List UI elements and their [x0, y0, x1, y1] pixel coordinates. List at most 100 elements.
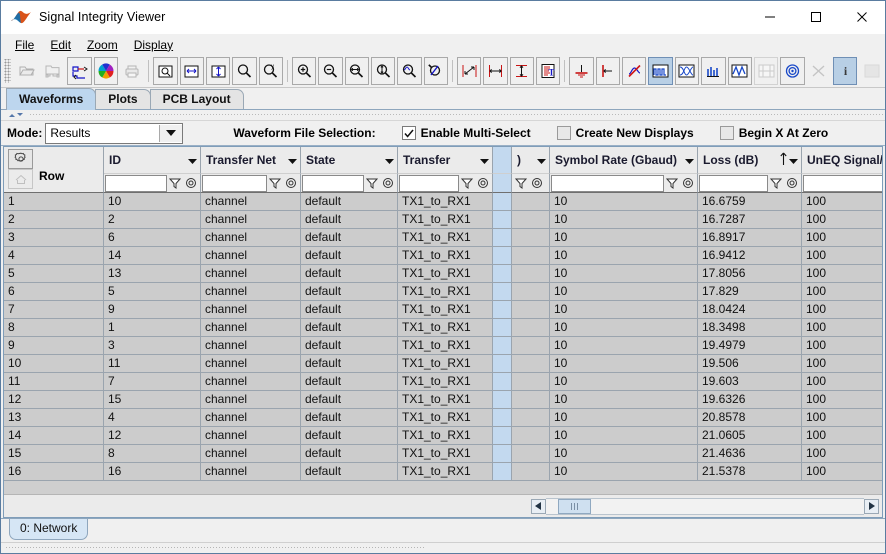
- table-row[interactable]: 1215channeldefaultTX1_to_RX11019.6326100: [4, 391, 882, 409]
- table-cell-transfer-net[interactable]: channel: [201, 211, 301, 229]
- table-cell-loss-db[interactable]: 18.0424: [698, 301, 802, 319]
- table-row[interactable]: 513channeldefaultTX1_to_RX11017.8056100: [4, 265, 882, 283]
- column-header-transfer[interactable]: Transfer: [398, 147, 493, 173]
- filter-target-icon[interactable]: [283, 175, 299, 191]
- target-icon[interactable]: [780, 57, 804, 85]
- table-cell-loss-db[interactable]: 21.5378: [698, 463, 802, 481]
- table-cell-transfer-net[interactable]: channel: [201, 409, 301, 427]
- table-cell-id[interactable]: 16: [104, 463, 201, 481]
- table-cell-collapsed[interactable]: [493, 355, 512, 373]
- table-cell-transfer[interactable]: TX1_to_RX1: [398, 193, 493, 211]
- table-cell-collapsed[interactable]: [493, 463, 512, 481]
- table-cell-uneq-signal-xta[interactable]: 100: [802, 247, 882, 265]
- filter-target-icon[interactable]: [529, 175, 545, 191]
- filter-input-symbol-rate[interactable]: [551, 175, 664, 192]
- table-cell-state[interactable]: default: [301, 265, 398, 283]
- table-row[interactable]: 79channeldefaultTX1_to_RX11018.0424100: [4, 301, 882, 319]
- table-cell-transfer-net[interactable]: channel: [201, 391, 301, 409]
- table-cell-state[interactable]: default: [301, 247, 398, 265]
- waveform-pulse-icon[interactable]: [648, 57, 672, 85]
- table-cell-transfer[interactable]: TX1_to_RX1: [398, 427, 493, 445]
- checkbox-box-unchecked[interactable]: [557, 126, 571, 140]
- table-cell-symbol-rate-gbaud[interactable]: 10: [550, 229, 698, 247]
- mask-grid-icon[interactable]: [754, 57, 778, 85]
- table-cell-symbol-rate-gbaud[interactable]: 10: [550, 193, 698, 211]
- chevron-down-icon[interactable]: [385, 153, 394, 167]
- table-row[interactable]: 158channeldefaultTX1_to_RX11021.4636100: [4, 445, 882, 463]
- funnel-icon[interactable]: [459, 175, 475, 191]
- table-cell-id[interactable]: 4: [104, 409, 201, 427]
- table-cell-collapsed[interactable]: [493, 283, 512, 301]
- table-cell-uneq-signal-xta[interactable]: 100: [802, 391, 882, 409]
- table-cell-uneq-signal-xta[interactable]: 100: [802, 337, 882, 355]
- column-header-id[interactable]: ID: [104, 147, 201, 173]
- chevron-down-icon[interactable]: [159, 125, 182, 142]
- table-cell-loss-db[interactable]: 16.7287: [698, 211, 802, 229]
- table-cell-loss-db[interactable]: 17.829: [698, 283, 802, 301]
- zoom-fit-x-icon[interactable]: [345, 57, 369, 85]
- scroll-right-icon[interactable]: [864, 499, 879, 514]
- edit-network-icon[interactable]: [67, 57, 91, 85]
- table-cell-[interactable]: [512, 247, 550, 265]
- table-cell-state[interactable]: default: [301, 355, 398, 373]
- filter-target-icon[interactable]: [183, 175, 199, 191]
- color-wheel-icon[interactable]: [94, 57, 118, 85]
- table-cell-[interactable]: [512, 445, 550, 463]
- table-cell-collapsed[interactable]: [493, 337, 512, 355]
- table-row[interactable]: 65channeldefaultTX1_to_RX11017.829100: [4, 283, 882, 301]
- table-cell-transfer-net[interactable]: channel: [201, 265, 301, 283]
- table-cell-collapsed[interactable]: [493, 301, 512, 319]
- table-cell-uneq-signal-xta[interactable]: 100: [802, 211, 882, 229]
- table-cell-uneq-signal-xta[interactable]: 100: [802, 301, 882, 319]
- table-cell-loss-db[interactable]: 18.3498: [698, 319, 802, 337]
- table-cell-state[interactable]: default: [301, 211, 398, 229]
- funnel-icon[interactable]: [513, 175, 529, 191]
- table-cell-uneq-signal-xta[interactable]: 100: [802, 229, 882, 247]
- zoom-horizontal-icon[interactable]: [180, 57, 204, 85]
- table-cell-id[interactable]: 5: [104, 283, 201, 301]
- table-cell-loss-db[interactable]: 16.6759: [698, 193, 802, 211]
- table-row[interactable]: 1412channeldefaultTX1_to_RX11021.0605100: [4, 427, 882, 445]
- table-cell-transfer[interactable]: TX1_to_RX1: [398, 355, 493, 373]
- table-cell-id[interactable]: 3: [104, 337, 201, 355]
- table-cell-collapsed[interactable]: [493, 427, 512, 445]
- table-cell-collapsed[interactable]: [493, 391, 512, 409]
- filter-input-state[interactable]: [302, 175, 364, 192]
- row-number-cell[interactable]: 10: [4, 355, 104, 373]
- zoom-in-icon[interactable]: [292, 57, 316, 85]
- table-cell-[interactable]: [512, 283, 550, 301]
- table-cell-transfer-net[interactable]: channel: [201, 337, 301, 355]
- table-cell-state[interactable]: default: [301, 463, 398, 481]
- table-cell-loss-db[interactable]: 16.9412: [698, 247, 802, 265]
- table-cell-collapsed[interactable]: [493, 193, 512, 211]
- filter-input-loss[interactable]: [699, 175, 768, 192]
- eye-diagram-icon[interactable]: [675, 57, 699, 85]
- table-cell-loss-db[interactable]: 19.603: [698, 373, 802, 391]
- table-cell-symbol-rate-gbaud[interactable]: 10: [550, 301, 698, 319]
- table-cell-id[interactable]: 15: [104, 391, 201, 409]
- table-cell-uneq-signal-xta[interactable]: 100: [802, 355, 882, 373]
- filter-target-icon[interactable]: [475, 175, 491, 191]
- chevron-down-icon[interactable]: [188, 153, 197, 167]
- table-cell-transfer[interactable]: TX1_to_RX1: [398, 373, 493, 391]
- table-cell-id[interactable]: 1: [104, 319, 201, 337]
- row-number-cell[interactable]: 7: [4, 301, 104, 319]
- table-row[interactable]: 36channeldefaultTX1_to_RX11016.8917100: [4, 229, 882, 247]
- row-number-cell[interactable]: 1: [4, 193, 104, 211]
- table-cell-state[interactable]: default: [301, 319, 398, 337]
- column-header-partial[interactable]: ): [512, 147, 550, 173]
- minimize-button[interactable]: [747, 1, 793, 33]
- vertical-delta-icon[interactable]: [510, 57, 534, 85]
- row-number-cell[interactable]: 15: [4, 445, 104, 463]
- table-cell-id[interactable]: 14: [104, 247, 201, 265]
- funnel-icon[interactable]: [364, 175, 380, 191]
- table-cell-id[interactable]: 2: [104, 211, 201, 229]
- clear-icon[interactable]: [807, 57, 831, 85]
- table-cell-symbol-rate-gbaud[interactable]: 10: [550, 265, 698, 283]
- info-icon[interactable]: i: [833, 57, 857, 85]
- menu-file[interactable]: File: [7, 36, 42, 54]
- table-cell-uneq-signal-xta[interactable]: 100: [802, 193, 882, 211]
- filter-input-uneq[interactable]: [803, 175, 883, 192]
- row-number-cell[interactable]: 12: [4, 391, 104, 409]
- sort-ascending-icon[interactable]: [779, 151, 788, 170]
